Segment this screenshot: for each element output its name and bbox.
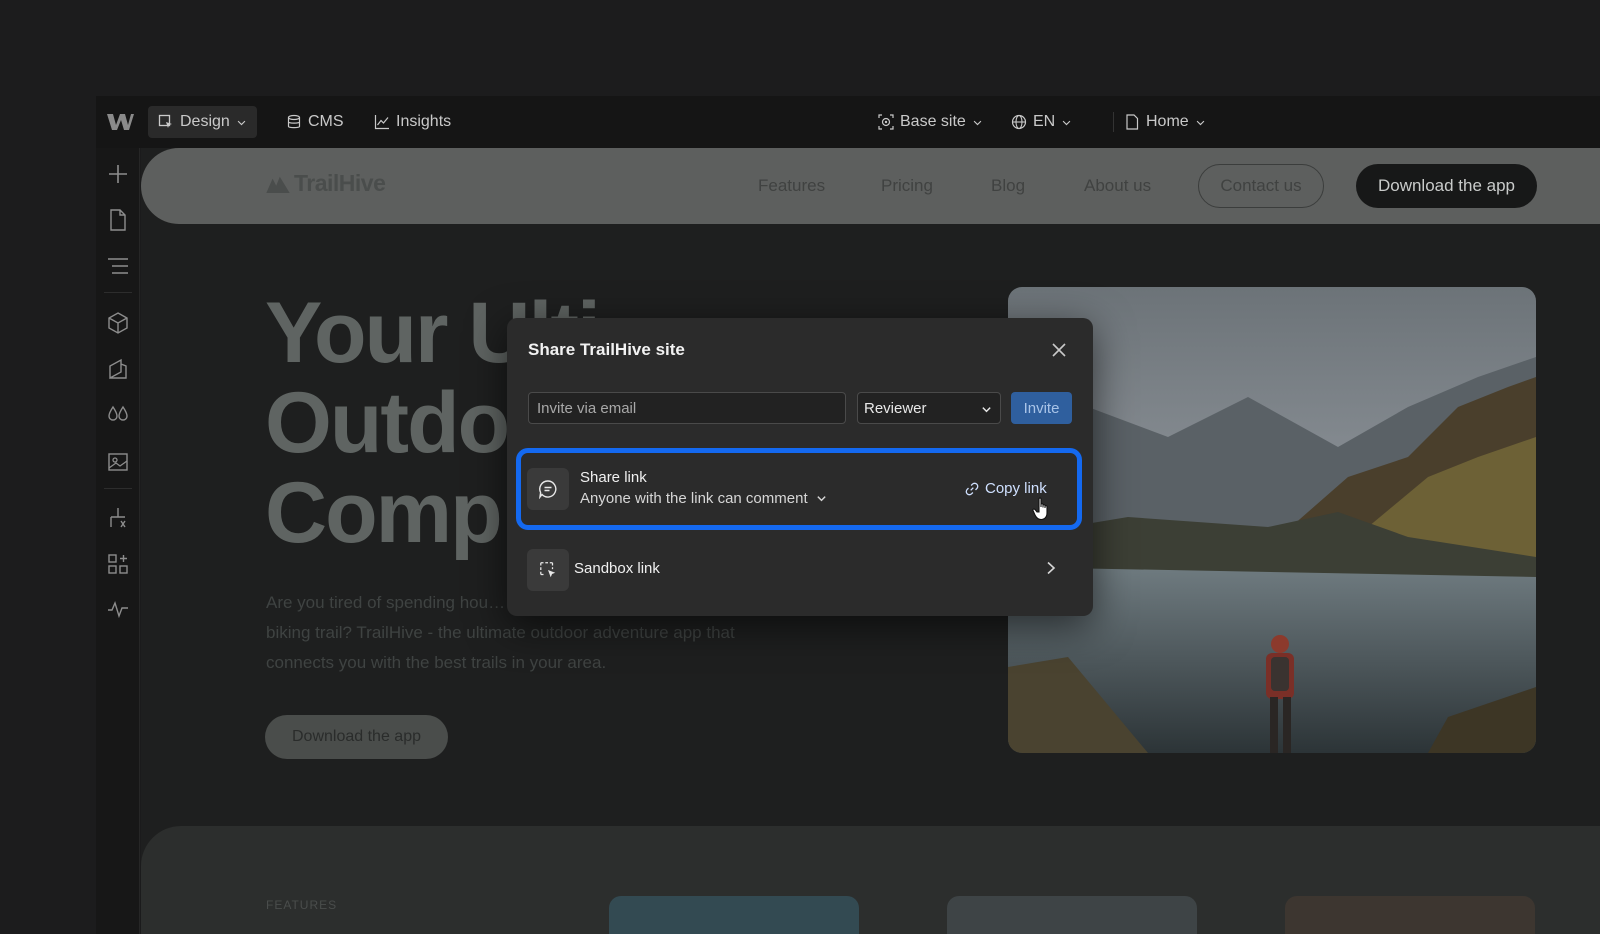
site-brand: TrailHive <box>266 170 386 197</box>
chevron-down-icon <box>982 407 991 413</box>
features-section: FEATURES <box>141 826 1600 934</box>
insights-button[interactable]: Insights <box>364 106 461 138</box>
cms-label: CMS <box>308 113 344 130</box>
feature-card-image <box>609 896 859 934</box>
top-toolbar: Design CMS Insights Base site EN Home <box>96 96 1600 148</box>
share-link-row[interactable]: Share link Anyone with the link can comm… <box>516 448 1082 530</box>
share-link-permission-dropdown[interactable]: Anyone with the link can comment <box>580 490 827 507</box>
page-icon <box>1126 114 1139 130</box>
pages-icon[interactable] <box>107 209 129 231</box>
variables-icon[interactable] <box>107 404 129 426</box>
invite-button[interactable]: Invite <box>1011 392 1072 424</box>
base-site-button[interactable]: Base site <box>868 106 993 138</box>
comment-icon <box>539 480 557 499</box>
page-label: Home <box>1146 113 1189 130</box>
logic-icon[interactable] <box>107 507 129 529</box>
feature-card-image <box>947 896 1197 934</box>
rail-divider <box>104 488 132 489</box>
site-navbar: TrailHive Features Pricing Blog About us… <box>141 148 1600 224</box>
rail-divider <box>104 292 132 293</box>
share-link-icon-box <box>527 468 569 510</box>
nav-link-pricing[interactable]: Pricing <box>881 176 933 196</box>
features-label: FEATURES <box>266 898 338 912</box>
style-selectors-icon[interactable] <box>107 358 129 380</box>
chevron-right-icon[interactable] <box>1045 561 1057 575</box>
cursor-select-icon <box>158 114 172 128</box>
feature-card-image <box>1285 896 1535 934</box>
role-select[interactable]: Reviewer <box>857 392 1001 424</box>
database-icon <box>287 114 301 129</box>
nav-link-blog[interactable]: Blog <box>991 176 1025 196</box>
target-icon <box>878 114 894 130</box>
sandbox-icon <box>540 562 556 578</box>
modal-title: Share TrailHive site <box>528 340 685 359</box>
hero-download-button[interactable]: Download the app <box>265 715 448 759</box>
nav-download-button[interactable]: Download the app <box>1356 164 1537 208</box>
left-tool-rail <box>96 148 140 934</box>
sandbox-link-row[interactable]: Sandbox link <box>521 546 1077 594</box>
language-button[interactable]: EN <box>1001 106 1082 138</box>
share-site-modal: Share TrailHive site Reviewer Invite Sha… <box>507 318 1093 616</box>
components-icon[interactable] <box>107 312 129 334</box>
assets-icon[interactable] <box>107 450 129 472</box>
copy-link-label: Copy link <box>985 480 1047 497</box>
brand-name: TrailHive <box>294 170 386 196</box>
design-mode-button[interactable]: Design <box>148 106 257 138</box>
close-icon[interactable] <box>1051 342 1067 358</box>
invite-email-input[interactable] <box>528 392 846 424</box>
apps-icon[interactable] <box>107 553 129 575</box>
activity-icon[interactable] <box>107 598 129 620</box>
add-icon[interactable] <box>107 163 129 185</box>
share-link-title: Share link <box>580 469 647 486</box>
share-link-permission: Anyone with the link can comment <box>580 490 808 507</box>
link-icon <box>965 482 979 495</box>
hand-cursor-icon <box>1032 497 1048 521</box>
sandbox-icon-box <box>527 549 569 591</box>
webflow-logo-icon[interactable] <box>106 111 134 133</box>
nav-link-about[interactable]: About us <box>1084 176 1151 196</box>
role-selected-value: Reviewer <box>864 399 927 417</box>
chevron-down-icon <box>1062 120 1071 125</box>
mountain-logo-icon <box>266 176 290 193</box>
globe-icon <box>1011 114 1027 130</box>
copy-link-button[interactable]: Copy link <box>965 480 1047 497</box>
chevron-down-icon <box>1196 120 1205 125</box>
nav-link-features[interactable]: Features <box>758 176 825 196</box>
chevron-down-icon <box>237 120 246 125</box>
navigator-icon[interactable] <box>107 255 129 277</box>
chart-line-icon <box>374 115 389 130</box>
chevron-down-icon <box>973 120 982 125</box>
cms-button[interactable]: CMS <box>276 106 354 138</box>
base-site-label: Base site <box>900 113 966 130</box>
chevron-down-icon <box>816 496 826 502</box>
design-label: Design <box>180 113 230 130</box>
page-selector-button[interactable]: Home <box>1114 106 1216 138</box>
insights-label: Insights <box>396 113 452 130</box>
sandbox-link-label: Sandbox link <box>574 560 660 577</box>
contact-us-button[interactable]: Contact us <box>1198 164 1324 208</box>
language-label: EN <box>1033 113 1056 130</box>
